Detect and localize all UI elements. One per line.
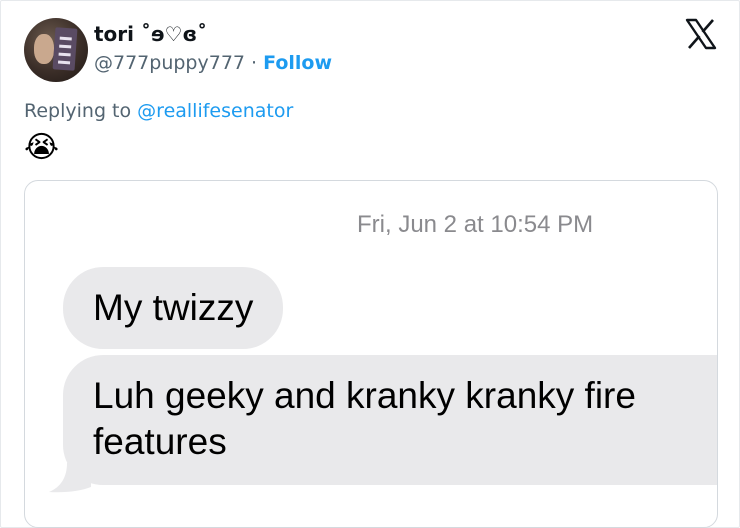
message-text: My twizzy [93, 287, 254, 328]
message-timestamp: Fri, Jun 2 at 10:54 PM [357, 211, 594, 238]
avatar-face [34, 34, 54, 64]
media-image[interactable]: Fri, Jun 2 at 10:54 PM My twizzy Luh gee… [24, 180, 718, 528]
user-handle[interactable]: @777puppy777 [94, 52, 245, 74]
handle-row: @777puppy777 · Follow [94, 52, 332, 74]
replying-to: Replying to @reallifesenator [24, 100, 293, 122]
follow-button[interactable]: Follow [263, 52, 332, 74]
crying-emoji: 😭 [24, 130, 60, 165]
message-text-line: Luh geeky and kranky kranky fire [93, 375, 636, 416]
message-bubble: Luh geeky and kranky kranky fire feature… [63, 355, 717, 485]
message-bubble: My twizzy [63, 267, 284, 349]
message-text-line: features [93, 421, 227, 462]
replying-prefix: Replying to [24, 100, 132, 122]
mention-link[interactable]: @reallifesenator [137, 100, 293, 122]
x-logo-icon[interactable] [684, 17, 718, 51]
display-name[interactable]: tori ˚ɘ♡ɞ˚ [94, 22, 207, 46]
bubble-tail-icon [49, 463, 91, 493]
separator: · [251, 52, 258, 74]
avatar[interactable] [24, 18, 88, 82]
avatar-card [52, 27, 78, 71]
